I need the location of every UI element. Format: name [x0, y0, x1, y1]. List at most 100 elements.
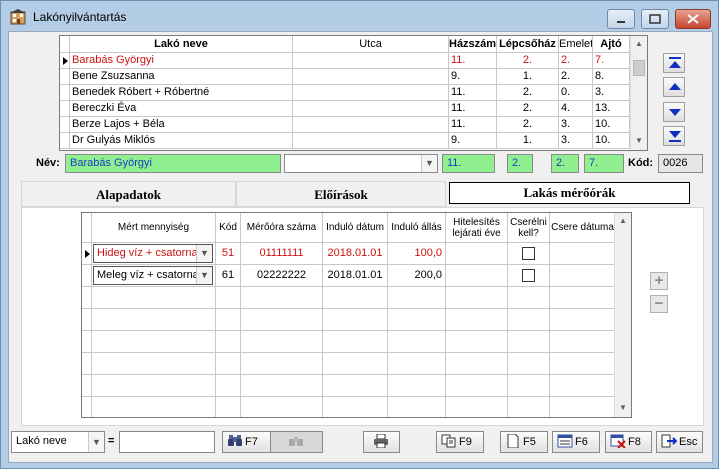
resident-house[interactable]: 9.	[449, 133, 497, 149]
edit-button[interactable]: F6	[552, 431, 600, 453]
resident-house[interactable]: 11.	[449, 53, 497, 69]
resident-street[interactable]	[293, 85, 449, 101]
resident-stair[interactable]: 2.	[497, 117, 559, 133]
maximize-button[interactable]	[641, 9, 669, 29]
resident-house[interactable]: 11.	[449, 101, 497, 117]
resident-floor[interactable]: 3.	[559, 117, 593, 133]
delete-button[interactable]: F8	[605, 431, 652, 453]
meter-code[interactable]: 61	[216, 265, 241, 287]
resident-street[interactable]	[293, 117, 449, 133]
minimize-button[interactable]	[607, 9, 635, 29]
meter-row[interactable]: Meleg víz + csatorna ▼ 61 02222222 2018.…	[82, 265, 616, 287]
resident-name[interactable]: Berze Lajos + Béla	[70, 117, 293, 133]
meter-expiry[interactable]	[446, 243, 508, 265]
replace-checkbox[interactable]	[521, 247, 535, 260]
resident-door[interactable]: 10.	[593, 117, 630, 133]
search-input[interactable]	[119, 431, 215, 453]
meter-start-value[interactable]: 200,0	[388, 265, 446, 287]
house-field[interactable]: 11.	[442, 154, 495, 173]
col-floor[interactable]: Emelet	[559, 36, 593, 53]
find-next-button[interactable]	[270, 431, 323, 453]
col-street[interactable]: Utca	[293, 36, 449, 53]
meter-row[interactable]: Hideg víz + csatorna ▼ 51 01111111 2018.…	[82, 243, 616, 265]
resident-door[interactable]: 8.	[593, 69, 630, 85]
meter-code[interactable]: 51	[216, 243, 241, 265]
last-record-button[interactable]	[663, 126, 685, 146]
meter-replace-cell[interactable]	[508, 265, 550, 287]
scroll-up-icon[interactable]: ▲	[631, 36, 647, 52]
street-combo[interactable]: ▼	[284, 154, 438, 173]
resident-name[interactable]: Barabás Györgyi	[70, 53, 293, 69]
resident-row[interactable]: Benedek Róbert + Róbertné 11. 2. 0. 3.	[60, 85, 630, 101]
resident-stair[interactable]: 2.	[497, 85, 559, 101]
resident-floor[interactable]: 2.	[559, 53, 593, 69]
resident-row[interactable]: Berze Lajos + Béla 11. 2. 3. 10.	[60, 117, 630, 133]
col-code[interactable]: Kód	[216, 213, 241, 243]
meter-replace-date[interactable]	[550, 265, 616, 287]
col-house[interactable]: Házszám	[449, 36, 497, 53]
scroll-thumb[interactable]	[633, 60, 645, 76]
resident-street[interactable]	[293, 101, 449, 117]
add-meter-button[interactable]: +	[650, 272, 668, 290]
resident-name[interactable]: Benedek Róbert + Róbertné	[70, 85, 293, 101]
resident-house[interactable]: 11.	[449, 117, 497, 133]
col-name[interactable]: Lakó neve	[70, 36, 293, 53]
meter-start-date[interactable]: 2018.01.01	[323, 265, 388, 287]
resident-stair[interactable]: 2.	[497, 101, 559, 117]
tab-eloirasok[interactable]: Előírások	[236, 181, 446, 207]
resident-floor[interactable]: 4.	[559, 101, 593, 117]
prev-record-button[interactable]	[663, 77, 685, 97]
chevron-down-icon[interactable]: ▼	[88, 432, 104, 452]
meter-quantity-cell[interactable]: Hideg víz + csatorna ▼	[92, 243, 216, 265]
tab-alapadatok[interactable]: Alapadatok	[21, 181, 236, 207]
name-field[interactable]: Barabás Györgyi	[65, 154, 281, 173]
find-button[interactable]: F7	[222, 431, 275, 453]
floor-field[interactable]: 2.	[551, 154, 579, 173]
scroll-up-icon[interactable]: ▲	[615, 213, 631, 229]
meter-start-date[interactable]: 2018.01.01	[323, 243, 388, 265]
meters-scrollbar[interactable]: ▲ ▼	[614, 213, 631, 417]
resident-stair[interactable]: 1.	[497, 69, 559, 85]
resident-house[interactable]: 9.	[449, 69, 497, 85]
chevron-down-icon[interactable]: ▼	[421, 155, 437, 172]
col-quantity[interactable]: Mért mennyiség	[92, 213, 216, 243]
meter-number[interactable]: 01111111	[241, 243, 323, 265]
chevron-down-icon[interactable]: ▼	[196, 267, 212, 284]
replace-checkbox[interactable]	[521, 269, 535, 282]
resident-row[interactable]: Bereczki Éva 11. 2. 4. 13.	[60, 101, 630, 117]
resident-door[interactable]: 13.	[593, 101, 630, 117]
resident-floor[interactable]: 3.	[559, 133, 593, 149]
tab-lakas-meroorak[interactable]: Lakás mérőórák	[449, 182, 690, 204]
meter-expiry[interactable]	[446, 265, 508, 287]
col-door[interactable]: Ajtó	[593, 36, 630, 53]
door-field[interactable]: 7.	[584, 154, 624, 173]
meter-number[interactable]: 02222222	[241, 265, 323, 287]
resident-floor[interactable]: 2.	[559, 69, 593, 85]
col-replace[interactable]: Cserélni kell?	[508, 213, 550, 243]
resident-stair[interactable]: 1.	[497, 133, 559, 149]
search-field-combo[interactable]: Lakó neve ▼	[11, 431, 105, 453]
title-bar[interactable]: Lakónyilvántartás	[1, 1, 718, 31]
resident-name[interactable]: Bereczki Éva	[70, 101, 293, 117]
residents-grid[interactable]: Lakó neve Utca Házszám Lépcsőház Emelet …	[59, 35, 648, 151]
col-start-date[interactable]: Induló dátum	[323, 213, 388, 243]
resident-door[interactable]: 10.	[593, 133, 630, 149]
quantity-combo[interactable]: Hideg víz + csatorna ▼	[93, 244, 213, 263]
first-record-button[interactable]	[663, 53, 685, 73]
close-button[interactable]	[675, 9, 711, 29]
resident-row[interactable]: Barabás Györgyi 11. 2. 2. 7.	[60, 53, 630, 69]
residents-scrollbar[interactable]: ▲ ▼	[630, 36, 647, 150]
col-replace-date[interactable]: Csere dátuma	[550, 213, 616, 243]
col-stair[interactable]: Lépcsőház	[497, 36, 559, 53]
resident-stair[interactable]: 2.	[497, 53, 559, 69]
copy-button[interactable]: F9	[436, 431, 484, 453]
meter-quantity-cell[interactable]: Meleg víz + csatorna ▼	[92, 265, 216, 287]
meter-replace-cell[interactable]	[508, 243, 550, 265]
resident-row[interactable]: Bene Zsuzsanna 9. 1. 2. 8.	[60, 69, 630, 85]
resident-row[interactable]: Dr Gulyás Miklós 9. 1. 3. 10.	[60, 133, 630, 149]
resident-floor[interactable]: 0.	[559, 85, 593, 101]
remove-meter-button[interactable]: −	[650, 295, 668, 313]
next-record-button[interactable]	[663, 102, 685, 122]
resident-street[interactable]	[293, 69, 449, 85]
stair-field[interactable]: 2.	[507, 154, 533, 173]
